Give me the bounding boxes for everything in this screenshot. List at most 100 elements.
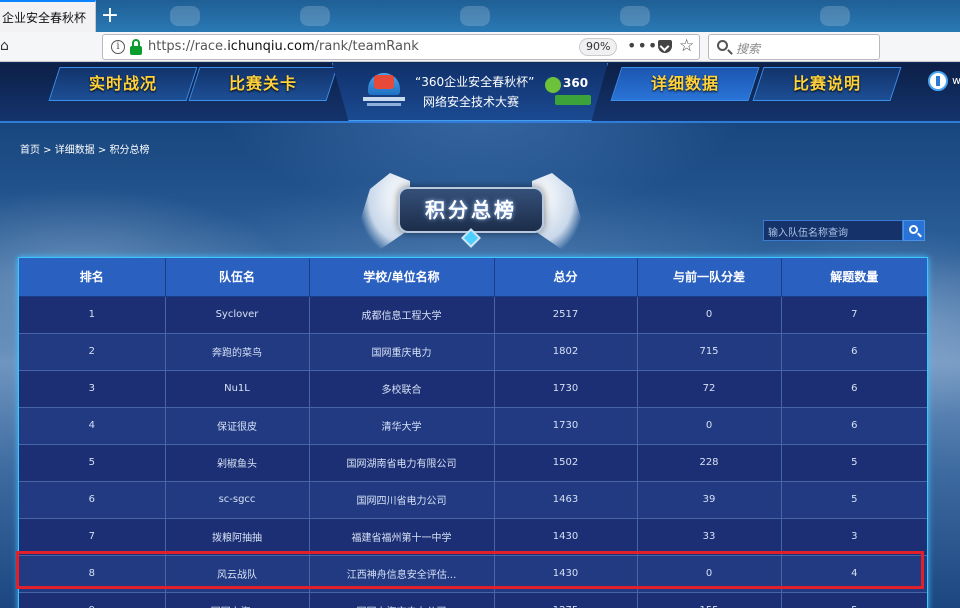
web-page: 实时战况 比赛关卡 “360企业安全春秋杯” 网络安全技术大赛 360 详细数据… bbox=[0, 63, 960, 608]
column-header-gap: 与前一队分差 bbox=[637, 258, 782, 297]
cell-school: 国网重庆电力 bbox=[309, 333, 495, 371]
url-path: /rank/teamRank bbox=[314, 39, 419, 54]
cell-score: 1502 bbox=[494, 444, 638, 482]
cell-gap: 72 bbox=[637, 370, 782, 408]
nav-item-details[interactable]: 详细数据 bbox=[610, 67, 760, 101]
table-row[interactable]: 3 Nu1L 多校联合 1730 72 6 bbox=[19, 370, 927, 408]
new-tab-button[interactable]: + bbox=[97, 2, 123, 30]
nav-item-rules[interactable]: 比赛说明 bbox=[752, 67, 902, 101]
cell-score: 1275 bbox=[494, 592, 638, 608]
nav-item-label: 比赛说明 bbox=[792, 74, 861, 93]
zoom-level-button[interactable]: 90% bbox=[579, 38, 618, 56]
cell-score: 1730 bbox=[494, 370, 638, 408]
table-header-row: 排名 队伍名 学校/单位名称 总分 与前一队分差 解题数量 bbox=[19, 258, 927, 297]
event-logo bbox=[363, 71, 405, 107]
cell-score: 1802 bbox=[494, 333, 638, 371]
event-banner[interactable]: “360企业安全春秋杯” 网络安全技术大赛 360 bbox=[332, 63, 608, 121]
cell-gap: 39 bbox=[637, 481, 782, 519]
table-row[interactable]: 9 国网上海01 国网上海市电力公司 1275 155 5 bbox=[19, 592, 927, 608]
cell-team: Nu1L bbox=[165, 370, 310, 408]
url-prefix: https://race. bbox=[148, 39, 228, 54]
page-title: 积分总榜 bbox=[398, 187, 544, 233]
table-row[interactable]: 4 保证很皮 清华大学 1730 0 6 bbox=[19, 407, 927, 445]
cell-gap: 0 bbox=[637, 296, 782, 334]
cell-solved: 3 bbox=[781, 518, 927, 556]
nav-item-live[interactable]: 实时战况 bbox=[48, 67, 198, 101]
table-row[interactable]: 6 sc-sgcc 国网四川省电力公司 1463 39 5 bbox=[19, 481, 927, 519]
cell-rank: 3 bbox=[19, 370, 166, 408]
cell-solved: 5 bbox=[781, 444, 927, 482]
nav-item-levels[interactable]: 比赛关卡 bbox=[188, 67, 338, 101]
url-domain: ichunqiu.com bbox=[227, 39, 315, 54]
nav-item-label: 详细数据 bbox=[650, 74, 719, 93]
cell-solved: 4 bbox=[781, 555, 927, 593]
background-decoration bbox=[820, 6, 850, 26]
column-header-rank: 排名 bbox=[19, 258, 166, 297]
table-row[interactable]: 5 剁椒鱼头 国网湖南省电力有限公司 1502 228 5 bbox=[19, 444, 927, 482]
cell-team: 国网上海01 bbox=[165, 592, 310, 608]
banner-title: “360企业安全春秋杯” bbox=[415, 75, 535, 89]
url-text[interactable]: https://race.ichunqiu.com/rank/teamRank bbox=[148, 39, 419, 54]
cell-solved: 5 bbox=[781, 481, 927, 519]
table-row[interactable]: 2 奔跑的菜鸟 国网重庆电力 1802 715 6 bbox=[19, 333, 927, 371]
brand-360-text: 360 bbox=[563, 76, 589, 90]
cell-team: 拨粮阿抽抽 bbox=[165, 518, 310, 556]
site-top-nav: 实时战况 比赛关卡 “360企业安全春秋杯” 网络安全技术大赛 360 详细数据… bbox=[0, 63, 960, 123]
cell-school: 福建省福州第十一中学 bbox=[309, 518, 495, 556]
table-row[interactable]: 1 Syclover 成都信息工程大学 2517 0 7 bbox=[19, 296, 927, 334]
info-icon[interactable]: i bbox=[111, 40, 125, 54]
cell-score: 1463 bbox=[494, 481, 638, 519]
team-search-box[interactable] bbox=[763, 220, 903, 243]
cell-gap: 0 bbox=[637, 407, 782, 445]
column-header-solved: 解题数量 bbox=[781, 258, 927, 297]
cell-score: 1430 bbox=[494, 518, 638, 556]
background-decoration bbox=[620, 6, 650, 26]
background-decoration bbox=[300, 6, 330, 26]
pocket-icon[interactable] bbox=[658, 40, 672, 53]
cell-team: 风云战队 bbox=[165, 555, 310, 593]
browser-tab[interactable]: 企业安全春秋杯 bbox=[0, 0, 96, 32]
url-bar[interactable]: i https://race.ichunqiu.com/rank/teamRan… bbox=[102, 34, 700, 60]
cell-rank: 1 bbox=[19, 296, 166, 334]
column-header-school: 学校/单位名称 bbox=[309, 258, 495, 297]
cell-score: 2517 bbox=[494, 296, 638, 334]
cell-school: 江西神舟信息安全评估... bbox=[309, 555, 495, 593]
lock-icon[interactable] bbox=[130, 39, 142, 55]
cell-team: 剁椒鱼头 bbox=[165, 444, 310, 482]
search-icon bbox=[717, 40, 728, 51]
cell-rank: 6 bbox=[19, 481, 166, 519]
cell-rank: 8 bbox=[19, 555, 166, 593]
cell-school: 国网湖南省电力有限公司 bbox=[309, 444, 495, 482]
cell-rank: 9 bbox=[19, 592, 166, 608]
page-title-plaque: 积分总榜 bbox=[360, 171, 582, 257]
bookmark-star-icon[interactable]: ☆ bbox=[679, 36, 694, 56]
cell-rank: 4 bbox=[19, 407, 166, 445]
user-icon[interactable] bbox=[928, 71, 948, 91]
cell-school: 成都信息工程大学 bbox=[309, 296, 495, 334]
column-header-score: 总分 bbox=[494, 258, 638, 297]
team-search-input[interactable] bbox=[764, 224, 902, 243]
search-icon bbox=[909, 225, 918, 234]
cell-gap: 715 bbox=[637, 333, 782, 371]
cell-gap: 33 bbox=[637, 518, 782, 556]
cell-solved: 6 bbox=[781, 407, 927, 445]
table-row-highlighted[interactable]: 8 风云战队 江西神舟信息安全评估... 1430 0 4 bbox=[19, 555, 927, 593]
cell-solved: 6 bbox=[781, 370, 927, 408]
breadcrumb[interactable]: 首页 > 详细数据 > 积分总榜 bbox=[20, 141, 149, 156]
cell-school: 国网四川省电力公司 bbox=[309, 481, 495, 519]
cell-school: 国网上海市电力公司 bbox=[309, 592, 495, 608]
home-icon[interactable]: ⌂ bbox=[0, 38, 16, 56]
cell-solved: 7 bbox=[781, 296, 927, 334]
team-search-button[interactable] bbox=[903, 220, 925, 241]
more-actions-icon[interactable]: ••• bbox=[627, 36, 658, 55]
cell-gap: 155 bbox=[637, 592, 782, 608]
cell-rank: 2 bbox=[19, 333, 166, 371]
banner-subtitle: 网络安全技术大赛 bbox=[423, 95, 520, 109]
cell-rank: 5 bbox=[19, 444, 166, 482]
table-row[interactable]: 7 拨粮阿抽抽 福建省福州第十一中学 1430 33 3 bbox=[19, 518, 927, 556]
browser-search-placeholder: 搜索 bbox=[736, 42, 761, 56]
browser-search-box[interactable]: 搜索 bbox=[708, 34, 880, 60]
cell-score: 1430 bbox=[494, 555, 638, 593]
cell-score: 1730 bbox=[494, 407, 638, 445]
user-label[interactable]: w bbox=[952, 74, 960, 87]
